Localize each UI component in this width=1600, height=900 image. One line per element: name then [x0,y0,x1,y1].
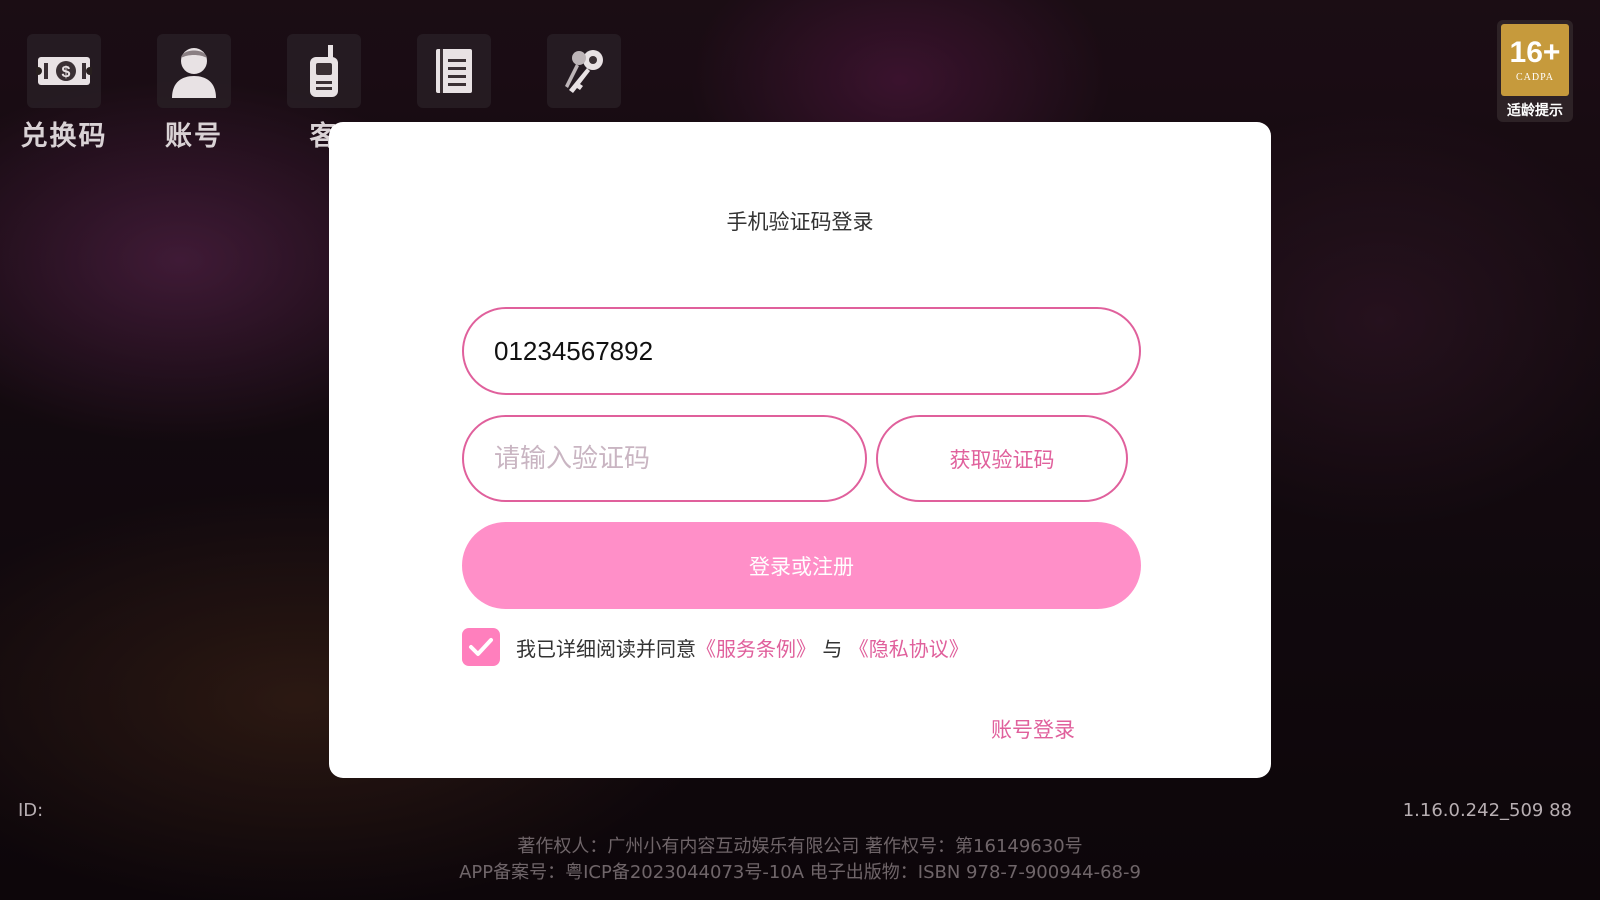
age-rating-text: 适龄提示 [1507,103,1563,119]
account-login-link[interactable]: 账号登录 [991,714,1075,744]
get-code-button[interactable]: 获取验证码 [876,415,1128,502]
age-rating-number: 16+ [1509,35,1561,69]
walkie-talkie-icon [287,34,361,108]
agreement-and: 与 [822,636,843,661]
agreement-checkbox[interactable] [462,628,500,666]
keys-icon [547,34,621,108]
notebook-icon [417,34,491,108]
age-rating-inner: 16+ CADPA [1501,24,1569,96]
login-dialog: 手机验证码登录 获取验证码 登录或注册 我已详细阅读并同意《服务条例》 与 《隐… [329,122,1271,778]
login-register-button[interactable]: 登录或注册 [462,522,1141,609]
privacy-link[interactable]: 《隐私协议》 [849,637,969,661]
agreement-text: 我已详细阅读并同意《服务条例》 与 《隐私协议》 [516,633,969,662]
nav-item-account[interactable]: 账号 [154,34,234,153]
app-version: 1.16.0.242_509 88 [1402,800,1572,821]
age-rating-badge: 16+ CADPA 适龄提示 [1497,20,1573,122]
dialog-title: 手机验证码登录 [726,210,874,234]
user-id-label: ID: [18,800,44,821]
agreement-prefix: 我已详细阅读并同意 [516,636,696,661]
nav-label-account: 账号 [165,121,223,152]
checkmark-icon [469,638,493,656]
footer-icp: APP备案号：粤ICP备2023044073号-10A 电子出版物：ISBN 9… [459,862,1141,883]
footer-copyright: 著作权人：广州小有内容互动娱乐有限公司 著作权号：第16149630号 [517,836,1083,857]
age-rating-org: CADPA [1516,71,1554,83]
svg-text:$: $ [62,64,71,81]
verification-code-input[interactable] [462,415,867,502]
nav-label-redeem: 兑换码 [20,121,108,152]
user-avatar-icon [157,34,231,108]
nav-item-redeem[interactable]: $ 兑换码 [21,34,106,153]
phone-number-input[interactable] [462,307,1141,395]
redeem-ticket-icon: $ [27,34,101,108]
agreement-row: 我已详细阅读并同意《服务条例》 与 《隐私协议》 [462,628,969,666]
terms-link[interactable]: 《服务条例》 [696,637,816,661]
